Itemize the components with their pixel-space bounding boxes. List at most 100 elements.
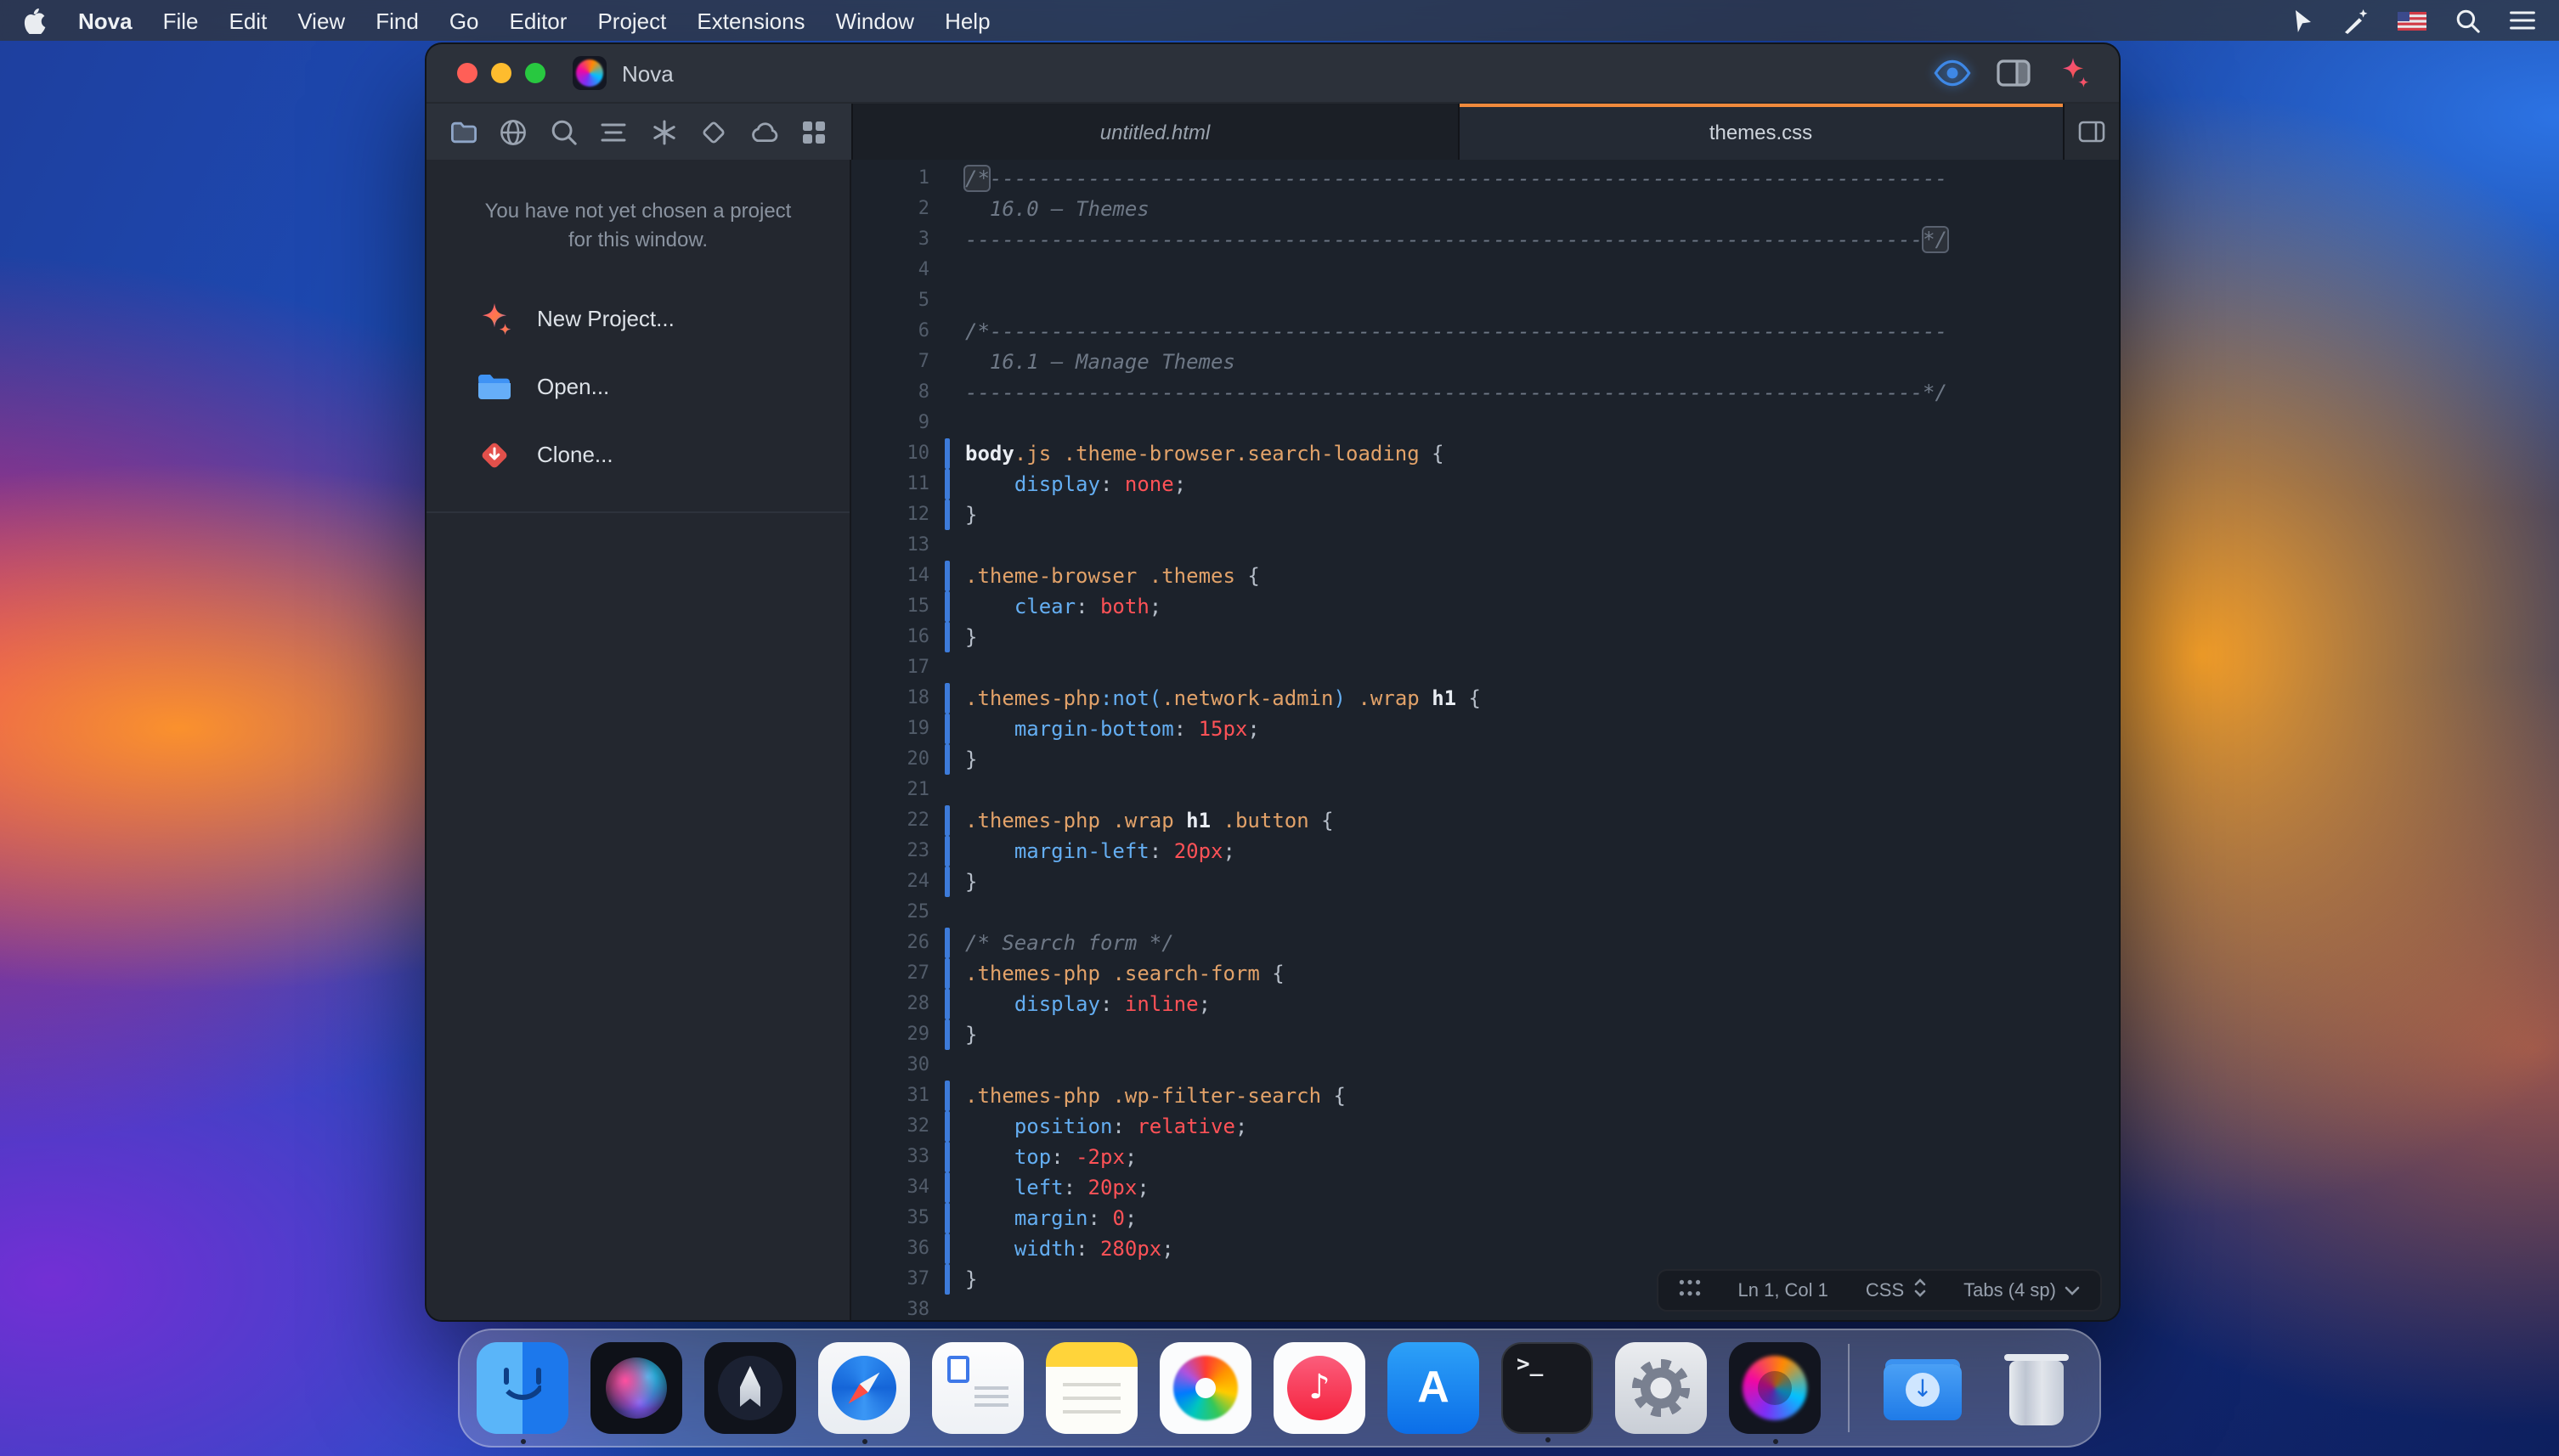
search-icon[interactable]	[549, 116, 579, 147]
change-indicator	[945, 194, 950, 224]
code-line[interactable]: 8---------------------------------------…	[851, 377, 2119, 408]
dock-trash-icon[interactable]	[1991, 1342, 2082, 1434]
dock-downloads-icon[interactable]	[1877, 1342, 1969, 1434]
dock-notes-icon[interactable]	[1046, 1342, 1138, 1434]
cursor-position[interactable]: Ln 1, Col 1	[1738, 1280, 1828, 1301]
code-line[interactable]: 16}	[851, 622, 2119, 652]
code-line[interactable]: 19 margin-bottom: 15px;	[851, 714, 2119, 744]
code-line[interactable]: 4	[851, 255, 2119, 285]
code-line[interactable]: 11 display: none;	[851, 469, 2119, 499]
menu-extensions[interactable]: Extensions	[681, 8, 820, 33]
code-line[interactable]: 33 top: -2px;	[851, 1142, 2119, 1172]
code-line[interactable]: 14.theme-browser .themes {	[851, 561, 2119, 591]
code-line[interactable]: 1/*-------------------------------------…	[851, 163, 2119, 194]
zoom-button[interactable]	[525, 63, 545, 83]
cloud-icon[interactable]	[748, 116, 779, 147]
issues-asterisk-icon[interactable]	[648, 116, 679, 147]
close-button[interactable]	[457, 63, 477, 83]
code-line[interactable]: 28 display: inline;	[851, 989, 2119, 1019]
code-line[interactable]: 25	[851, 897, 2119, 928]
macos-desktop: Nova FileEditViewFindGoEditorProjectExte…	[0, 0, 2559, 1456]
files-folder-icon[interactable]	[449, 116, 479, 147]
wand-icon[interactable]	[2343, 8, 2369, 33]
apple-menu-icon[interactable]	[24, 8, 46, 33]
indent-grid-button[interactable]	[1679, 1279, 1701, 1301]
code-line[interactable]: 29}	[851, 1019, 2119, 1050]
extensions-grid-icon[interactable]	[799, 116, 829, 147]
line-number: 15	[851, 591, 945, 622]
cursor-icon[interactable]	[2291, 8, 2314, 33]
dock-finder-icon[interactable]	[477, 1342, 568, 1434]
dock-music-icon[interactable]	[1274, 1342, 1365, 1434]
code-line[interactable]: 24}	[851, 866, 2119, 897]
spotlight-search-icon[interactable]	[2455, 8, 2481, 33]
dock-terminal-icon[interactable]	[1501, 1342, 1593, 1434]
menu-file[interactable]: File	[148, 8, 214, 33]
dock-mail-icon[interactable]	[932, 1342, 1024, 1434]
minimize-button[interactable]	[491, 63, 511, 83]
code-line[interactable]: 10body.js .theme-browser.search-loading …	[851, 438, 2119, 469]
code-line[interactable]: 12}	[851, 499, 2119, 530]
menu-project[interactable]: Project	[582, 8, 681, 33]
code-line[interactable]: 31.themes-php .wp-filter-search {	[851, 1081, 2119, 1111]
code-line[interactable]: 7 16.1 — Manage Themes	[851, 347, 2119, 377]
code-line[interactable]: 15 clear: both;	[851, 591, 2119, 622]
clone-button[interactable]: Clone...	[426, 420, 850, 491]
tasks-diamond-icon[interactable]	[698, 116, 729, 147]
symbols-lines-icon[interactable]	[599, 116, 630, 147]
dock-settings-icon[interactable]	[1615, 1342, 1707, 1434]
menu-editor[interactable]: Editor	[494, 8, 583, 33]
menu-list-icon[interactable]	[2510, 10, 2535, 31]
dock-launchpad-icon[interactable]	[704, 1342, 796, 1434]
code-line[interactable]: 35 margin: 0;	[851, 1203, 2119, 1233]
dock-safari-icon[interactable]	[818, 1342, 910, 1434]
remote-globe-icon[interactable]	[499, 116, 529, 147]
code-line[interactable]: 22.themes-php .wrap h1 .button {	[851, 805, 2119, 836]
code-line[interactable]: 21	[851, 775, 2119, 805]
code-line[interactable]: 34 left: 20px;	[851, 1172, 2119, 1203]
code-line[interactable]: 23 margin-left: 20px;	[851, 836, 2119, 866]
code-line[interactable]: 26/* Search form */	[851, 928, 2119, 958]
menu-find[interactable]: Find	[360, 8, 434, 33]
us-flag-icon[interactable]	[2398, 11, 2426, 30]
open-button[interactable]: Open...	[426, 355, 850, 420]
dock-siri-icon[interactable]	[590, 1342, 682, 1434]
code-line[interactable]: 36 width: 280px;	[851, 1233, 2119, 1264]
tab-width-selector[interactable]: Tabs (4 sp)	[1963, 1280, 2080, 1301]
menu-help[interactable]: Help	[929, 8, 1006, 33]
menu-go[interactable]: Go	[434, 8, 494, 33]
no-project-message-line1: You have not yet chosen a project	[426, 197, 850, 227]
editor-layout-button[interactable]	[2063, 104, 2119, 160]
preview-eye-icon[interactable]	[1934, 59, 1971, 87]
extensions-sparkle-icon[interactable]	[2056, 55, 2092, 91]
code-line[interactable]: 5	[851, 285, 2119, 316]
code-editor[interactable]: 1/*-------------------------------------…	[851, 160, 2119, 1320]
menu-app-name[interactable]: Nova	[63, 8, 148, 33]
dock-appstore-icon[interactable]	[1387, 1342, 1479, 1434]
dock-photos-icon[interactable]	[1160, 1342, 1251, 1434]
menu-window[interactable]: Window	[821, 8, 930, 33]
code-line[interactable]: 32 position: relative;	[851, 1111, 2119, 1142]
split-view-icon[interactable]	[1997, 59, 2031, 87]
code-line[interactable]: 9	[851, 408, 2119, 438]
menu-bar-left: Nova FileEditViewFindGoEditorProjectExte…	[24, 8, 1006, 33]
new-project-button[interactable]: New Project...	[426, 284, 850, 355]
menu-edit[interactable]: Edit	[214, 8, 283, 33]
code-line[interactable]: 2 16.0 — Themes	[851, 194, 2119, 224]
code-line[interactable]: 13	[851, 530, 2119, 561]
tab-themes-css[interactable]: themes.css	[1457, 104, 2063, 160]
language-selector[interactable]: CSS	[1866, 1278, 1926, 1303]
tab-untitled-html[interactable]: untitled.html	[851, 104, 1457, 160]
code-line[interactable]: 17	[851, 652, 2119, 683]
code-line[interactable]: 27.themes-php .search-form {	[851, 958, 2119, 989]
menu-view[interactable]: View	[282, 8, 360, 33]
code-line[interactable]: 3---------------------------------------…	[851, 224, 2119, 255]
code-line[interactable]: 30	[851, 1050, 2119, 1081]
title-bar[interactable]: Nova	[426, 44, 2119, 102]
change-indicator	[945, 1019, 950, 1050]
code-line[interactable]: 6/*-------------------------------------…	[851, 316, 2119, 347]
code-line[interactable]: 18.themes-php:not(.network-admin) .wrap …	[851, 683, 2119, 714]
code-line[interactable]: 20}	[851, 744, 2119, 775]
dock-nova-icon[interactable]	[1729, 1342, 1821, 1434]
clone-diamond-icon	[474, 437, 515, 474]
